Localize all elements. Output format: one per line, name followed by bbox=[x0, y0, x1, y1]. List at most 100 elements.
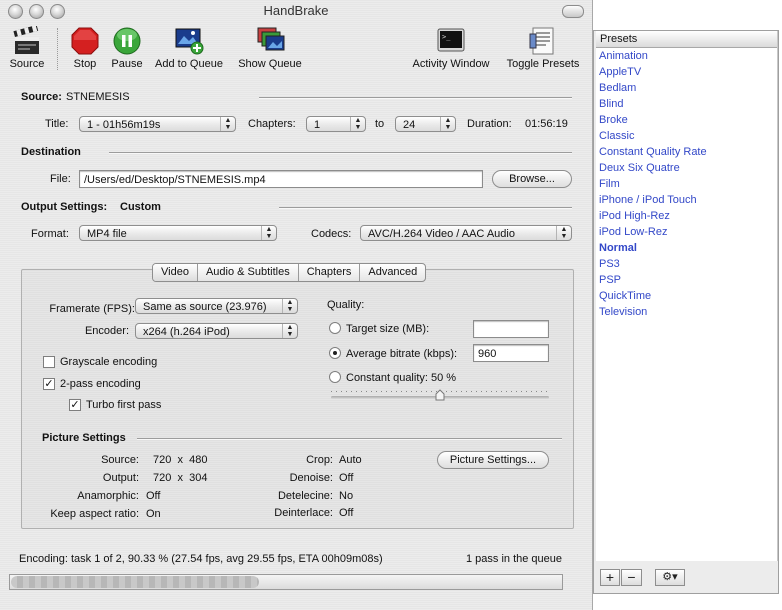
gear-icon: ⚙▾ bbox=[662, 571, 678, 583]
chapter-start-select[interactable]: 1 ▲ ▼ bbox=[306, 116, 366, 132]
encoding-status-text: Encoding: task 1 of 2, 90.33 % (27.54 fp… bbox=[19, 553, 383, 565]
stop-octagon-icon bbox=[71, 27, 99, 55]
preset-item[interactable]: Normal bbox=[596, 240, 777, 256]
title-select[interactable]: 1 - 01h56m19s ▲ ▼ bbox=[79, 116, 236, 132]
preset-item[interactable]: Blind bbox=[596, 96, 777, 112]
presets-header[interactable]: Presets bbox=[596, 31, 777, 48]
tab-advanced[interactable]: Advanced bbox=[360, 264, 425, 281]
preset-item[interactable]: iPhone / iPod Touch bbox=[596, 192, 777, 208]
denoise-label: Denoise: bbox=[289, 472, 333, 484]
target-size-field[interactable] bbox=[473, 320, 549, 338]
preset-item[interactable]: iPod Low-Rez bbox=[596, 224, 777, 240]
file-path-field[interactable]: /Users/ed/Desktop/STNEMESIS.mp4 bbox=[79, 170, 483, 188]
minimize-window-button[interactable] bbox=[29, 4, 44, 19]
crop-value: Auto bbox=[339, 454, 362, 466]
select-arrows-icon: ▲ ▼ bbox=[350, 117, 365, 131]
preset-item[interactable]: PSP bbox=[596, 272, 777, 288]
turbo-first-pass-label: Turbo first pass bbox=[86, 399, 162, 411]
grayscale-label: Grayscale encoding bbox=[60, 356, 158, 368]
title-select-value: 1 - 01h56m19s bbox=[87, 119, 161, 131]
grayscale-checkbox[interactable] bbox=[43, 356, 55, 368]
target-size-radio[interactable] bbox=[329, 322, 341, 334]
tab-chapters[interactable]: Chapters bbox=[299, 264, 361, 281]
encoder-label: Encoder: bbox=[84, 325, 129, 337]
source-heading: Source: bbox=[21, 91, 62, 103]
turbo-first-pass-checkbox[interactable]: ✓ bbox=[69, 399, 81, 411]
check-mark-icon: ✓ bbox=[44, 378, 54, 390]
quality-slider[interactable] bbox=[331, 389, 549, 401]
browse-button[interactable]: Browse... bbox=[492, 170, 572, 188]
tab-video-label: Video bbox=[161, 266, 189, 278]
preset-item[interactable]: QuickTime bbox=[596, 288, 777, 304]
source-button[interactable]: Source bbox=[6, 26, 48, 70]
slider-thumb[interactable] bbox=[435, 389, 445, 401]
clapperboard-icon bbox=[13, 26, 39, 54]
preset-item[interactable]: Animation bbox=[596, 48, 777, 64]
tab-video[interactable]: Video bbox=[153, 264, 198, 281]
toolbar-separator bbox=[57, 28, 58, 70]
encoder-select[interactable]: x264 (h.264 iPod) ▲ ▼ bbox=[135, 323, 298, 339]
remove-preset-button[interactable]: − bbox=[621, 569, 642, 586]
tab-audio-subtitles[interactable]: Audio & Subtitles bbox=[198, 264, 299, 281]
add-to-queue-button[interactable]: Add to Queue bbox=[150, 26, 228, 70]
tab-advanced-label: Advanced bbox=[368, 266, 418, 278]
presets-list[interactable]: Presets Animation AppleTV Bedlam Blind Broke… bbox=[596, 31, 778, 561]
destination-heading: Destination bbox=[21, 146, 81, 158]
toolbar-toggle-button[interactable] bbox=[562, 5, 584, 18]
format-select[interactable]: MP4 file ▲ ▼ bbox=[79, 225, 277, 241]
settings-tabs: Video Audio & Subtitles Chapters Advance… bbox=[152, 263, 427, 282]
plus-icon: + bbox=[605, 569, 615, 585]
chapter-end-select[interactable]: 24 ▲ ▼ bbox=[395, 116, 456, 132]
constant-quality-radio[interactable] bbox=[329, 371, 341, 383]
framerate-select[interactable]: Same as source (23.976) ▲ ▼ bbox=[135, 298, 298, 314]
framerate-label: Framerate (FPS): bbox=[49, 303, 135, 315]
average-bitrate-radio[interactable] bbox=[329, 347, 341, 359]
preset-item[interactable]: Film bbox=[596, 176, 777, 192]
picture-output-label: Output: bbox=[102, 472, 139, 484]
stop-button-label: Stop bbox=[73, 58, 97, 70]
preset-item[interactable]: Television bbox=[596, 304, 777, 320]
select-arrows-icon: ▲ ▼ bbox=[282, 299, 297, 313]
two-pass-checkbox[interactable]: ✓ bbox=[43, 378, 55, 390]
stop-button[interactable]: Stop bbox=[66, 26, 104, 70]
presets-drawer-icon bbox=[529, 27, 554, 55]
preset-item[interactable]: Bedlam bbox=[596, 80, 777, 96]
encoder-select-value: x264 (h.264 iPod) bbox=[143, 326, 230, 338]
select-arrows-icon: ▲ ▼ bbox=[261, 226, 276, 240]
pause-icon bbox=[113, 27, 141, 55]
add-preset-button[interactable]: + bbox=[600, 569, 620, 586]
deinterlace-value: Off bbox=[339, 507, 354, 519]
preset-item[interactable]: Broke bbox=[596, 112, 777, 128]
chapters-label: Chapters: bbox=[248, 118, 296, 130]
add-to-queue-icon bbox=[175, 28, 204, 55]
zoom-window-button[interactable] bbox=[50, 4, 65, 19]
source-button-label: Source bbox=[9, 58, 45, 70]
activity-window-button[interactable]: >_ Activity Window bbox=[406, 26, 496, 70]
toggle-presets-button[interactable]: Toggle Presets bbox=[500, 26, 586, 70]
preset-item[interactable]: Classic bbox=[596, 128, 777, 144]
codecs-select[interactable]: AVC/H.264 Video / AAC Audio ▲ ▼ bbox=[360, 225, 572, 241]
tab-audio-subtitles-label: Audio & Subtitles bbox=[205, 266, 290, 278]
browse-button-label: Browse... bbox=[509, 173, 555, 185]
anamorphic-value: Off bbox=[146, 490, 161, 502]
picture-settings-button[interactable]: Picture Settings... bbox=[437, 451, 549, 469]
preset-item[interactable]: PS3 bbox=[596, 256, 777, 272]
preset-actions-button[interactable]: ⚙▾ bbox=[655, 569, 685, 586]
title-label: Title: bbox=[45, 118, 69, 130]
preset-item[interactable]: AppleTV bbox=[596, 64, 777, 80]
title-bar[interactable]: HandBrake bbox=[0, 0, 592, 22]
average-bitrate-field[interactable]: 960 bbox=[473, 344, 549, 362]
close-window-button[interactable] bbox=[8, 4, 23, 19]
picture-divider bbox=[137, 438, 562, 440]
codecs-select-value: AVC/H.264 Video / AAC Audio bbox=[368, 228, 515, 240]
source-divider bbox=[259, 97, 572, 99]
picture-output-value: 720 x 304 bbox=[153, 472, 208, 484]
chapter-to-label: to bbox=[375, 118, 385, 130]
pause-button[interactable]: Pause bbox=[108, 26, 146, 70]
preset-item[interactable]: iPod High-Rez bbox=[596, 208, 777, 224]
preset-items: Animation AppleTV Bedlam Blind Broke Classic C… bbox=[596, 48, 777, 320]
preset-item[interactable]: Constant Quality Rate bbox=[596, 144, 777, 160]
preset-item[interactable]: Deux Six Quatre bbox=[596, 160, 777, 176]
show-queue-button[interactable]: Show Queue bbox=[234, 26, 306, 70]
keep-aspect-value: On bbox=[146, 508, 161, 520]
